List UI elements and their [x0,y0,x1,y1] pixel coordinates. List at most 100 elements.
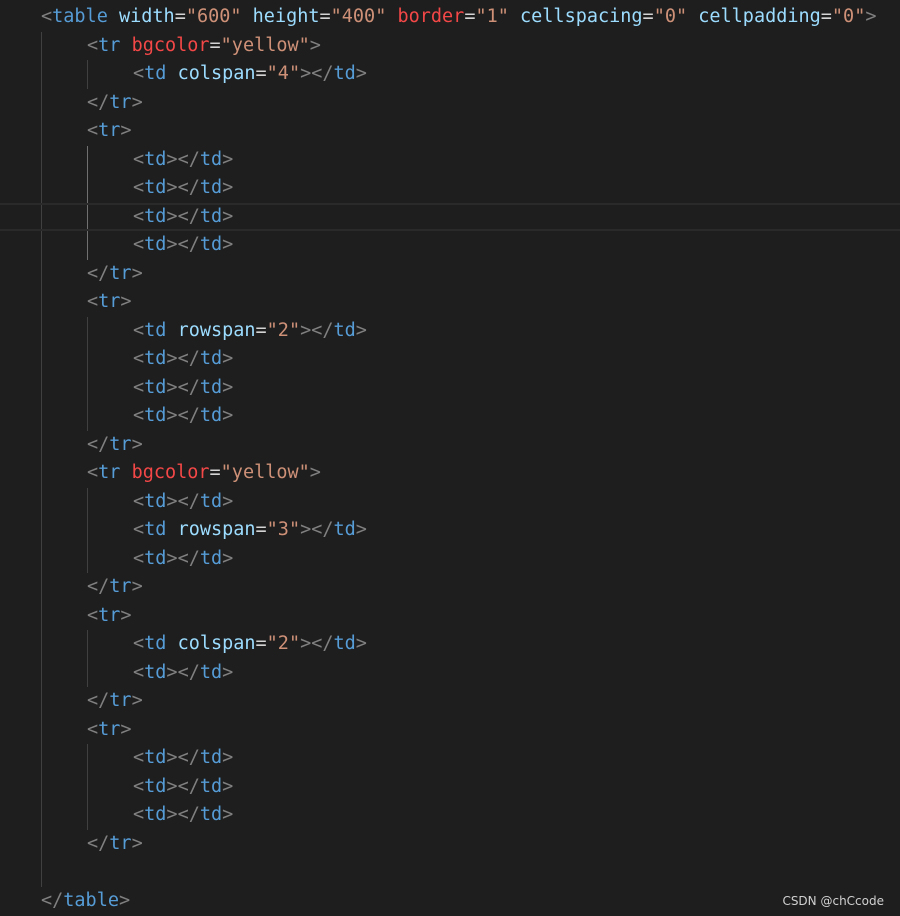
code-line[interactable]: <td></td> [0,374,900,403]
code-line[interactable]: <tr bgcolor="yellow"> [0,459,900,488]
token-tag: tr [109,832,132,854]
token-val: "4" [266,63,301,84]
code-line[interactable]: <td></td> [0,773,900,802]
token-punc: < [133,661,145,683]
code-line[interactable]: </tr> [0,431,900,460]
token-tag: td [144,633,167,654]
code-line[interactable]: <tr> [0,117,900,146]
code-line[interactable] [0,858,900,887]
token-tag: td [144,148,167,170]
code-line[interactable]: <td colspan="2"></td> [0,630,900,659]
token-punc: < [133,348,145,369]
code-line[interactable]: <tr bgcolor="yellow"> [0,32,900,61]
code-text: <td></td> [133,146,233,175]
code-line[interactable]: </tr> [0,687,900,716]
token-eq: = [319,6,331,27]
token-tag: td [144,405,167,426]
token-attr: cellpadding [698,6,821,27]
code-line[interactable]: <td></td> [0,402,900,431]
token-punc: </ [177,747,200,768]
token-punc: > [131,91,143,113]
token-tag: td [144,775,167,797]
code-line[interactable]: <table width="600" height="400" border="… [0,3,900,32]
code-line[interactable]: <tr> [0,288,900,317]
token-punc: < [87,718,99,740]
token-punc: </ [311,63,334,84]
code-text: </tr> [87,89,143,118]
token-punc: < [133,804,145,825]
code-line[interactable]: <td></td> [0,174,900,203]
token-punc: </ [311,319,334,341]
token-punc: </ [177,405,200,426]
code-line[interactable]: </tr> [0,260,900,289]
token-punc: < [133,405,145,426]
code-line[interactable]: <td></td> [0,146,900,175]
code-text: <td></td> [133,773,233,802]
token-tag: td [199,804,223,825]
code-text: </tr> [87,431,143,460]
token-attr-red: border [397,6,465,27]
code-line[interactable]: <td rowspan="2"></td> [0,317,900,346]
token-attr: cellspacing [520,6,643,27]
token-punc: > [166,661,178,683]
code-text: <td></td> [133,205,233,230]
token-tag: table [63,889,119,911]
token-tag: td [144,804,167,825]
code-line[interactable]: <td colspan="4"></td> [0,60,900,89]
token-attr: rowspan [177,319,256,341]
token-punc: > [120,718,132,740]
token-eq: = [255,519,267,540]
token-punc: > [222,547,234,569]
code-line[interactable]: <tr> [0,602,900,631]
current-code-line[interactable]: <td></td> [0,202,900,231]
code-line[interactable]: <td></td> [0,801,900,830]
code-line[interactable]: <td></td> [0,488,900,517]
token-punc: < [41,6,53,27]
code-text: <td colspan="2"></td> [133,630,367,659]
token-val: "yellow" [220,462,310,483]
token-punc: < [87,291,99,312]
token-tag: tr [98,291,121,312]
token-punc: > [166,490,178,512]
code-line[interactable]: <td></td> [0,231,900,260]
code-line[interactable]: </tr> [0,830,900,859]
code-line[interactable]: <td rowspan="3"></td> [0,516,900,545]
token-tag: td [199,205,223,227]
token-val: "2" [266,319,301,341]
code-line[interactable]: <td></td> [0,659,900,688]
token-val: "2" [266,633,301,654]
code-line[interactable]: </table> [0,887,900,916]
token-punc: > [222,234,234,255]
token-attr: rowspan [177,519,256,540]
token-val: "1" [475,6,509,27]
token-punc: </ [177,148,200,170]
code-text: </tr> [87,830,143,859]
token-punc: > [222,376,234,398]
code-line[interactable]: <tr> [0,716,900,745]
code-text: <tr> [87,602,132,631]
code-text: <td></td> [133,374,233,403]
token-punc: < [133,319,145,341]
code-editor[interactable]: <table width="600" height="400" border="… [0,0,900,916]
token-tag: tr [98,34,121,56]
code-line[interactable]: </tr> [0,89,900,118]
token-eq: = [820,6,832,27]
token-punc: > [166,205,178,227]
token-tag: tr [98,718,121,740]
code-line[interactable]: </tr> [0,573,900,602]
code-line[interactable]: <td></td> [0,345,900,374]
code-line[interactable]: <td></td> [0,545,900,574]
token-punc: </ [41,889,64,911]
code-line[interactable]: <td></td> [0,744,900,773]
token-punc: </ [177,205,200,227]
token-tag: tr [109,91,132,113]
token-punc: > [300,633,312,654]
token-tag: td [144,519,167,540]
token-tag: td [199,405,223,426]
token-punc: > [355,519,367,540]
token-attr: colspan [177,633,256,654]
token-punc: < [133,177,145,198]
code-text: <td></td> [133,801,233,830]
token-punc: < [87,120,99,141]
token-punc: > [355,633,367,654]
